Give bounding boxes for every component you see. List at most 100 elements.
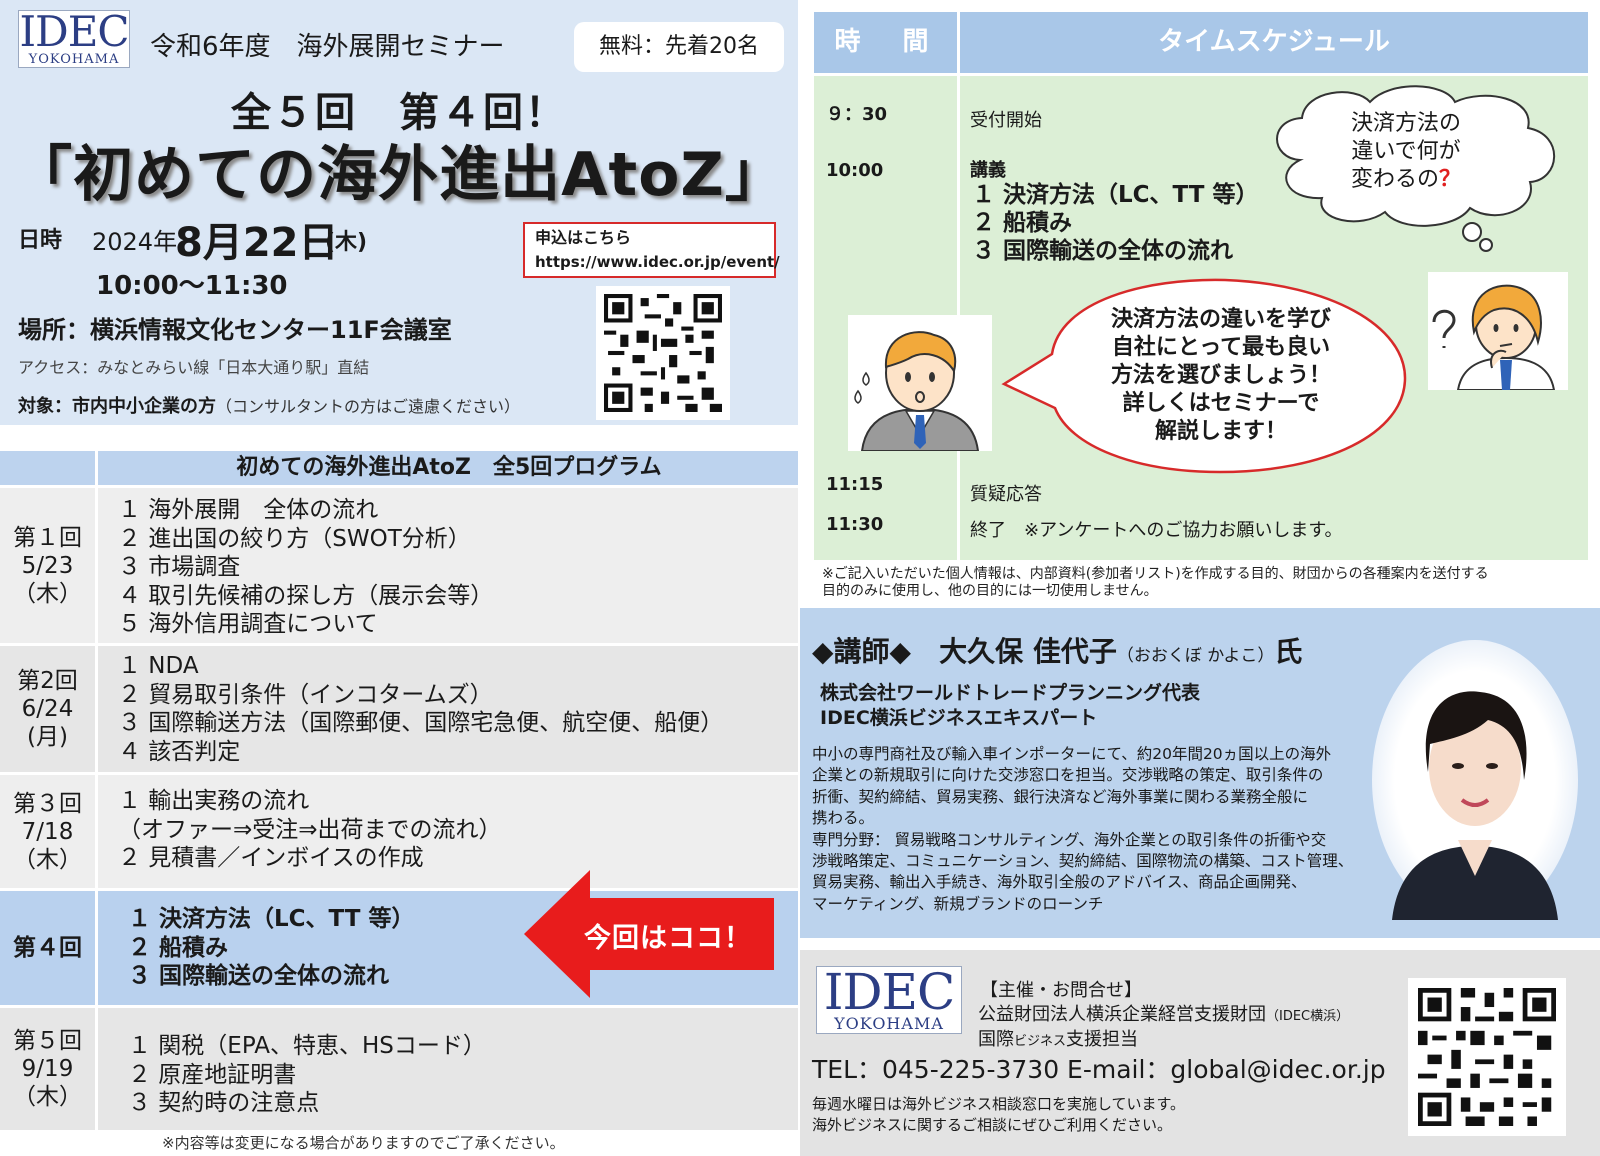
session-number: 第2回 [17,668,78,694]
target-label: 対象：市内中小企業の方 [18,396,216,417]
lecture-item: ３ 国際輸送の全体の流れ [972,238,1234,264]
program-item: １ NDA [118,653,199,679]
time-0930: ９：30 [826,104,888,125]
program-item: ３ 国際輸送の全体の流れ [128,963,390,989]
logo-wordmark: IDEC [19,7,129,56]
bio-line: 中小の専門商社及び輸入車インポーターにて、約20年間20ヵ国以上の海外 [812,745,1332,763]
time-1115: 11:15 [826,474,884,495]
program-item: ２ 船積み [128,934,229,961]
bio-line: 企業との新規取引に向けた交渉窓口を担当。交渉戦略の策定、取引条件の [812,766,1324,785]
program-item: ４ 該否判定 [118,738,241,765]
speech-line: 解説します！ [1154,419,1287,444]
logo-wordmark: IDEC [823,963,956,1021]
program-items: １ 海外展開 全体の流れ ２ 進出国の絞り方（SWOT分析） ３ 市場調査 ４ … [118,496,493,639]
qr-code-graphic [604,294,722,412]
lecture-item: １ 決済方法（LC、TT 等） [972,182,1259,208]
idec-logo: IDEC YOKOHAMA [816,966,962,1034]
session-date: 6/24 [21,696,74,722]
logo-subtext: YOKOHAMA [834,1014,944,1033]
time-1130: 11:30 [826,514,884,535]
free-badge: 無料：先着20名 [574,22,784,72]
program-row-5: 第５回 9/19 （木） １ 関税（EPA、特恵、HSコード） ２ 原産地証明書… [0,1008,798,1130]
bio-line: 折衝、契約締結、貿易実務、銀行決済など海外事業に関わる業務全般に [812,787,1309,806]
organizer-name: 公益財団法人横浜企業経営支援財団（IDEC横浜） [978,1000,1349,1026]
seminar-title: 令和6年度 海外展開セミナー [150,32,505,62]
cloud-line: 変わるの [1350,167,1439,192]
instructor-bio: 中小の専門商社及び輸入車インポーターにて、約20年間20ヵ国以上の海外 企業との… [812,744,1370,915]
program-items: １ 決済方法（LC、TT 等） ２ 船積み ３ 国際輸送の全体の流れ [128,905,414,991]
dept-part: 支援担当 [1066,1029,1139,1050]
businessman-illustration [848,315,992,452]
privacy-notice: ※ご記入いただいた個人情報は、内部資料(参加者リスト)を作成する目的、財団からの… [822,566,1582,600]
organizer-abbr: （IDEC横浜） [1266,1009,1350,1024]
bio-line: 貿易実務、輸出入手続き、海外取引全般のアドバイス、商品企画開発、 [812,873,1307,892]
privacy-line: 目的のみに使用し、他の目的には一切使用しません。 [822,583,1158,599]
privacy-line: ※ご記入いただいた個人情報は、内部資料(参加者リスト)を作成する目的、財団からの… [822,566,1489,582]
target-audience: 対象：市内中小企業の方（コンサルタントの方はご遠慮ください） [18,392,520,418]
program-item: ２ 原産地証明書 [128,1061,297,1088]
cloud-line: 違いで何が [1351,139,1461,164]
apply-box[interactable]: 申込はこちら https://www.idec.or.jp/event/ [523,222,780,278]
logo-subtext: YOKOHAMA [28,52,120,67]
program-item: ４ 取引先候補の探し方（展示会等） [118,582,494,609]
session-date: 9/19 [21,1056,74,1082]
program-item: ３ 国際輸送方法（国際郵便、国際宅急便、航空便、船便） [118,710,724,736]
organizer-full-name: 公益財団法人横浜企業経営支援財団 [978,1004,1266,1025]
lecture-item: ２ 船積み [972,210,1073,236]
date-year: 2024年 [92,228,178,256]
qr-code-icon[interactable] [1408,978,1566,1136]
program-item: ２ 見積書／インボイスの作成 [118,845,424,871]
woman-illustration [1428,272,1568,391]
program-item: １ 関税（EPA、特恵、HSコード） [128,1033,486,1059]
lecture-items: １ 決済方法（LC、TT 等） ２ 船積み ３ 国際輸送の全体の流れ [972,181,1258,265]
consultation-info-1: 毎週水曜日は海外ビジネス相談窓口を実施しています。 [812,1095,1186,1113]
program-session-date: 第５回 9/19 （木） [0,1008,98,1130]
program-items: １ 輸出実務の流れ （オファー⇒受注⇒出荷までの流れ） ２ 見積書／インボイスの… [118,787,502,873]
dept-part: 国際 [978,1029,1014,1050]
access-info: アクセス：みなとみらい線「日本大通り駅」直結 [18,358,370,377]
venue: 場所：横浜情報文化センター11F会議室 [18,316,452,344]
qr-code-graphic [1418,988,1556,1126]
program-item: ３ 契約時の注意点 [128,1090,320,1116]
program-item: １ 輸出実務の流れ [118,788,310,814]
session-number: 第３回 [13,790,82,817]
contact-phone-email[interactable]: TEL：045-225-3730 E-mail：global@idec.or.j… [812,1050,1386,1086]
consultation-info-2: 海外ビジネスに関するご相談にぜひご利用ください。 [812,1116,1173,1134]
apply-label: 申込はこちら [535,228,632,247]
program-session-date: 第３回 7/18 （木） [0,775,98,888]
program-session-date: 第2回 6/24 (月) [0,646,98,772]
program-item: ３ 市場調査 [118,554,241,580]
speech-bubble-text: 決済方法の違いを学び 自社にとって最も良い 方法を選びましょう！ 詳しくはセミナ… [1066,306,1376,446]
person-portrait-icon [1392,691,1558,920]
instructor-photo [1372,640,1578,920]
session-weekday: (月) [27,724,68,750]
instructor-reading: （おおくぼ かよこ） [1116,646,1275,666]
speech-line: 決済方法の違いを学び [1110,307,1331,332]
target-note: （コンサルタントの方はご遠慮ください） [216,397,521,416]
session-weekday: （木） [13,846,82,873]
instructor-affiliation-2: IDEC横浜ビジネスエキスパート [820,707,1098,729]
program-title: 初めての海外進出AtoZ 全5回プログラム [236,455,662,480]
session-number: 第１回 [13,524,82,551]
program-item: １ 決済方法（LC、TT 等） [128,906,415,932]
session-weekday: （木） [13,1084,82,1110]
qr-code-icon[interactable] [596,286,730,420]
apply-link[interactable]: https://www.idec.or.jp/event/ [535,250,780,274]
idec-logo: IDEC YOKOHAMA [18,10,130,68]
program-session-date: 第４回 [0,891,98,1005]
cloud-line: 決済方法の [1350,111,1461,136]
program-session-date: 第１回 5/23 （木） [0,488,98,643]
reception-label: 受付開始 [970,110,1042,131]
program-row-2: 第2回 6/24 (月) １ NDA ２ 貿易取引条件（インコタームズ） ３ 国… [0,646,798,772]
end-label: 終了 ※アンケートへのご協力お願いします。 [970,520,1343,541]
bio-line: 専門分野： 貿易戦略コンサルティング、海外企業との取引条件の折衝や交 [812,830,1327,849]
dept-part: ビジネス [1014,1034,1067,1049]
session-weekday: （木） [13,580,82,607]
program-item: ２ 進出国の絞り方（SWOT分析） [118,525,471,552]
instructor-honorific: 氏 [1274,635,1303,668]
businessman-icon [854,331,980,452]
current-session-callout: 今回はココ！ [584,923,752,954]
speech-line: 自社にとって最も良い [1111,335,1331,360]
organizer-department: 国際ビジネス支援担当 [978,1025,1138,1051]
session-date: 5/23 [21,552,74,579]
